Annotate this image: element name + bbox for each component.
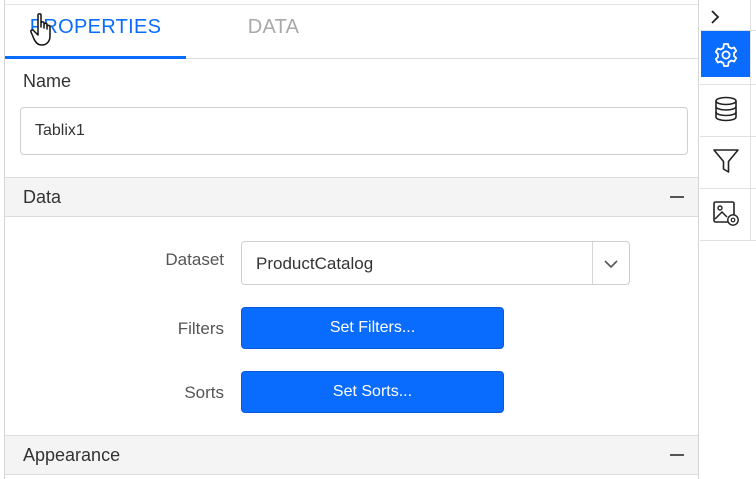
collapse-icon[interactable]: [670, 196, 684, 198]
chevron-down-icon[interactable]: [601, 254, 621, 274]
dataset-label: Dataset: [165, 250, 224, 269]
database-icon: [715, 96, 737, 122]
data-section-title: Data: [23, 187, 62, 207]
tab-data[interactable]: DATA: [186, 5, 361, 58]
image-settings-icon: [713, 201, 739, 226]
tab-bar: PROPERTIES DATA: [5, 5, 698, 59]
sorts-label: Sorts: [184, 383, 224, 402]
set-filters-button[interactable]: Set Filters...: [241, 307, 504, 349]
set-sorts-button[interactable]: Set Sorts...: [241, 371, 504, 413]
toolbar-edge: [750, 0, 751, 240]
appearance-section-header[interactable]: Appearance: [5, 435, 698, 475]
filters-label: Filters: [177, 319, 224, 338]
filter-icon: [713, 149, 739, 173]
dataset-value: ProductCatalog: [256, 254, 374, 273]
dataset-dropdown[interactable]: ProductCatalog: [241, 241, 630, 285]
side-toolbar: [700, 0, 756, 479]
name-label: Name: [23, 71, 72, 91]
toolbar-divider: [700, 240, 756, 241]
appearance-section-title: Appearance: [23, 445, 121, 465]
data-section-header[interactable]: Data: [5, 177, 698, 217]
collapse-icon[interactable]: [670, 454, 684, 456]
dropdown-divider: [592, 242, 593, 284]
properties-panel: PROPERTIES DATA Name Data Dataset Produc…: [4, 0, 699, 479]
properties-toolbar-button[interactable]: [701, 31, 750, 77]
name-input[interactable]: [20, 107, 688, 155]
gear-icon: [714, 43, 738, 67]
hand-cursor-icon: [30, 13, 51, 46]
data-toolbar-button[interactable]: [701, 85, 750, 131]
filter-toolbar-button[interactable]: [701, 137, 750, 183]
chevron-right-icon[interactable]: [708, 8, 722, 26]
image-settings-toolbar-button[interactable]: [701, 189, 750, 235]
